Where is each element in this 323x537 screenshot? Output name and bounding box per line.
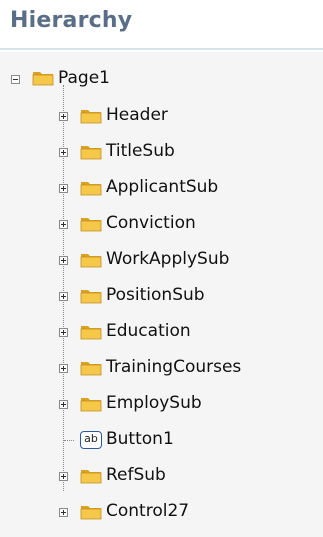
tree-branch-line [64,440,74,441]
folder-icon [80,215,102,232]
panel-header: Hierarchy [0,0,323,52]
expand-icon[interactable] [59,292,68,301]
tree-node-label: Conviction [106,213,196,233]
folder-icon [80,143,102,160]
tree-node-label: Page1 [58,68,110,88]
folder-icon [32,69,54,86]
tree-node-control27[interactable]: Control27 [0,497,323,525]
tree-node-label: TrainingCourses [106,357,242,377]
header-divider [0,48,323,50]
expand-icon[interactable] [59,328,68,337]
folder-icon [80,503,102,520]
folder-icon [80,179,102,196]
expand-icon[interactable] [59,364,68,373]
folder-icon [80,359,102,376]
tree-node-label: WorkApplySub [106,249,230,269]
folder-icon [80,323,102,340]
tree-node-label: EmploySub [106,393,202,413]
tree-node-label: TitleSub [106,141,175,161]
tree-node-applicantsub[interactable]: ApplicantSub [0,173,323,201]
tree-node-label: ApplicantSub [106,177,219,197]
tree-node-label: RefSub [106,465,166,485]
tree-node-label: Education [106,321,191,341]
tree-node-label: Header [106,105,168,125]
expand-icon[interactable] [59,220,68,229]
tree-node-positionsub[interactable]: PositionSub [0,281,323,309]
tree-node-label: Control27 [106,501,190,521]
tree-node-workapplysub[interactable]: WorkApplySub [0,245,323,273]
expand-icon[interactable] [59,508,68,517]
tree-node-trainingcourses[interactable]: TrainingCourses [0,353,323,381]
expand-icon[interactable] [59,184,68,193]
hierarchy-panel: Hierarchy Page1 Header TitleSub ApplicantS… [0,0,323,537]
tree-node-refsub[interactable]: RefSub [0,461,323,489]
panel-title: Hierarchy [10,8,133,33]
expand-icon[interactable] [59,472,68,481]
folder-icon [80,395,102,412]
folder-icon [80,287,102,304]
tree-node-employsub[interactable]: EmploySub [0,389,323,417]
folder-icon [80,251,102,268]
expand-icon[interactable] [59,148,68,157]
tree-node-label: PositionSub [106,285,205,305]
textbox-icon: ab [80,431,102,449]
tree-node-button1[interactable]: ab Button1 [0,425,323,453]
expand-icon[interactable] [59,400,68,409]
tree-node-header[interactable]: Header [0,101,323,129]
expand-icon[interactable] [59,112,68,121]
tree-node-label: Button1 [106,429,174,449]
folder-icon [80,107,102,124]
hierarchy-tree: Page1 Header TitleSub ApplicantSub Convicti… [0,52,323,537]
tree-node-titlesub[interactable]: TitleSub [0,137,323,165]
tree-node-conviction[interactable]: Conviction [0,209,323,237]
expand-icon[interactable] [59,256,68,265]
tree-node-page1[interactable]: Page1 [0,64,323,92]
tree-node-education[interactable]: Education [0,317,323,345]
folder-icon [80,467,102,484]
collapse-icon[interactable] [11,75,20,84]
